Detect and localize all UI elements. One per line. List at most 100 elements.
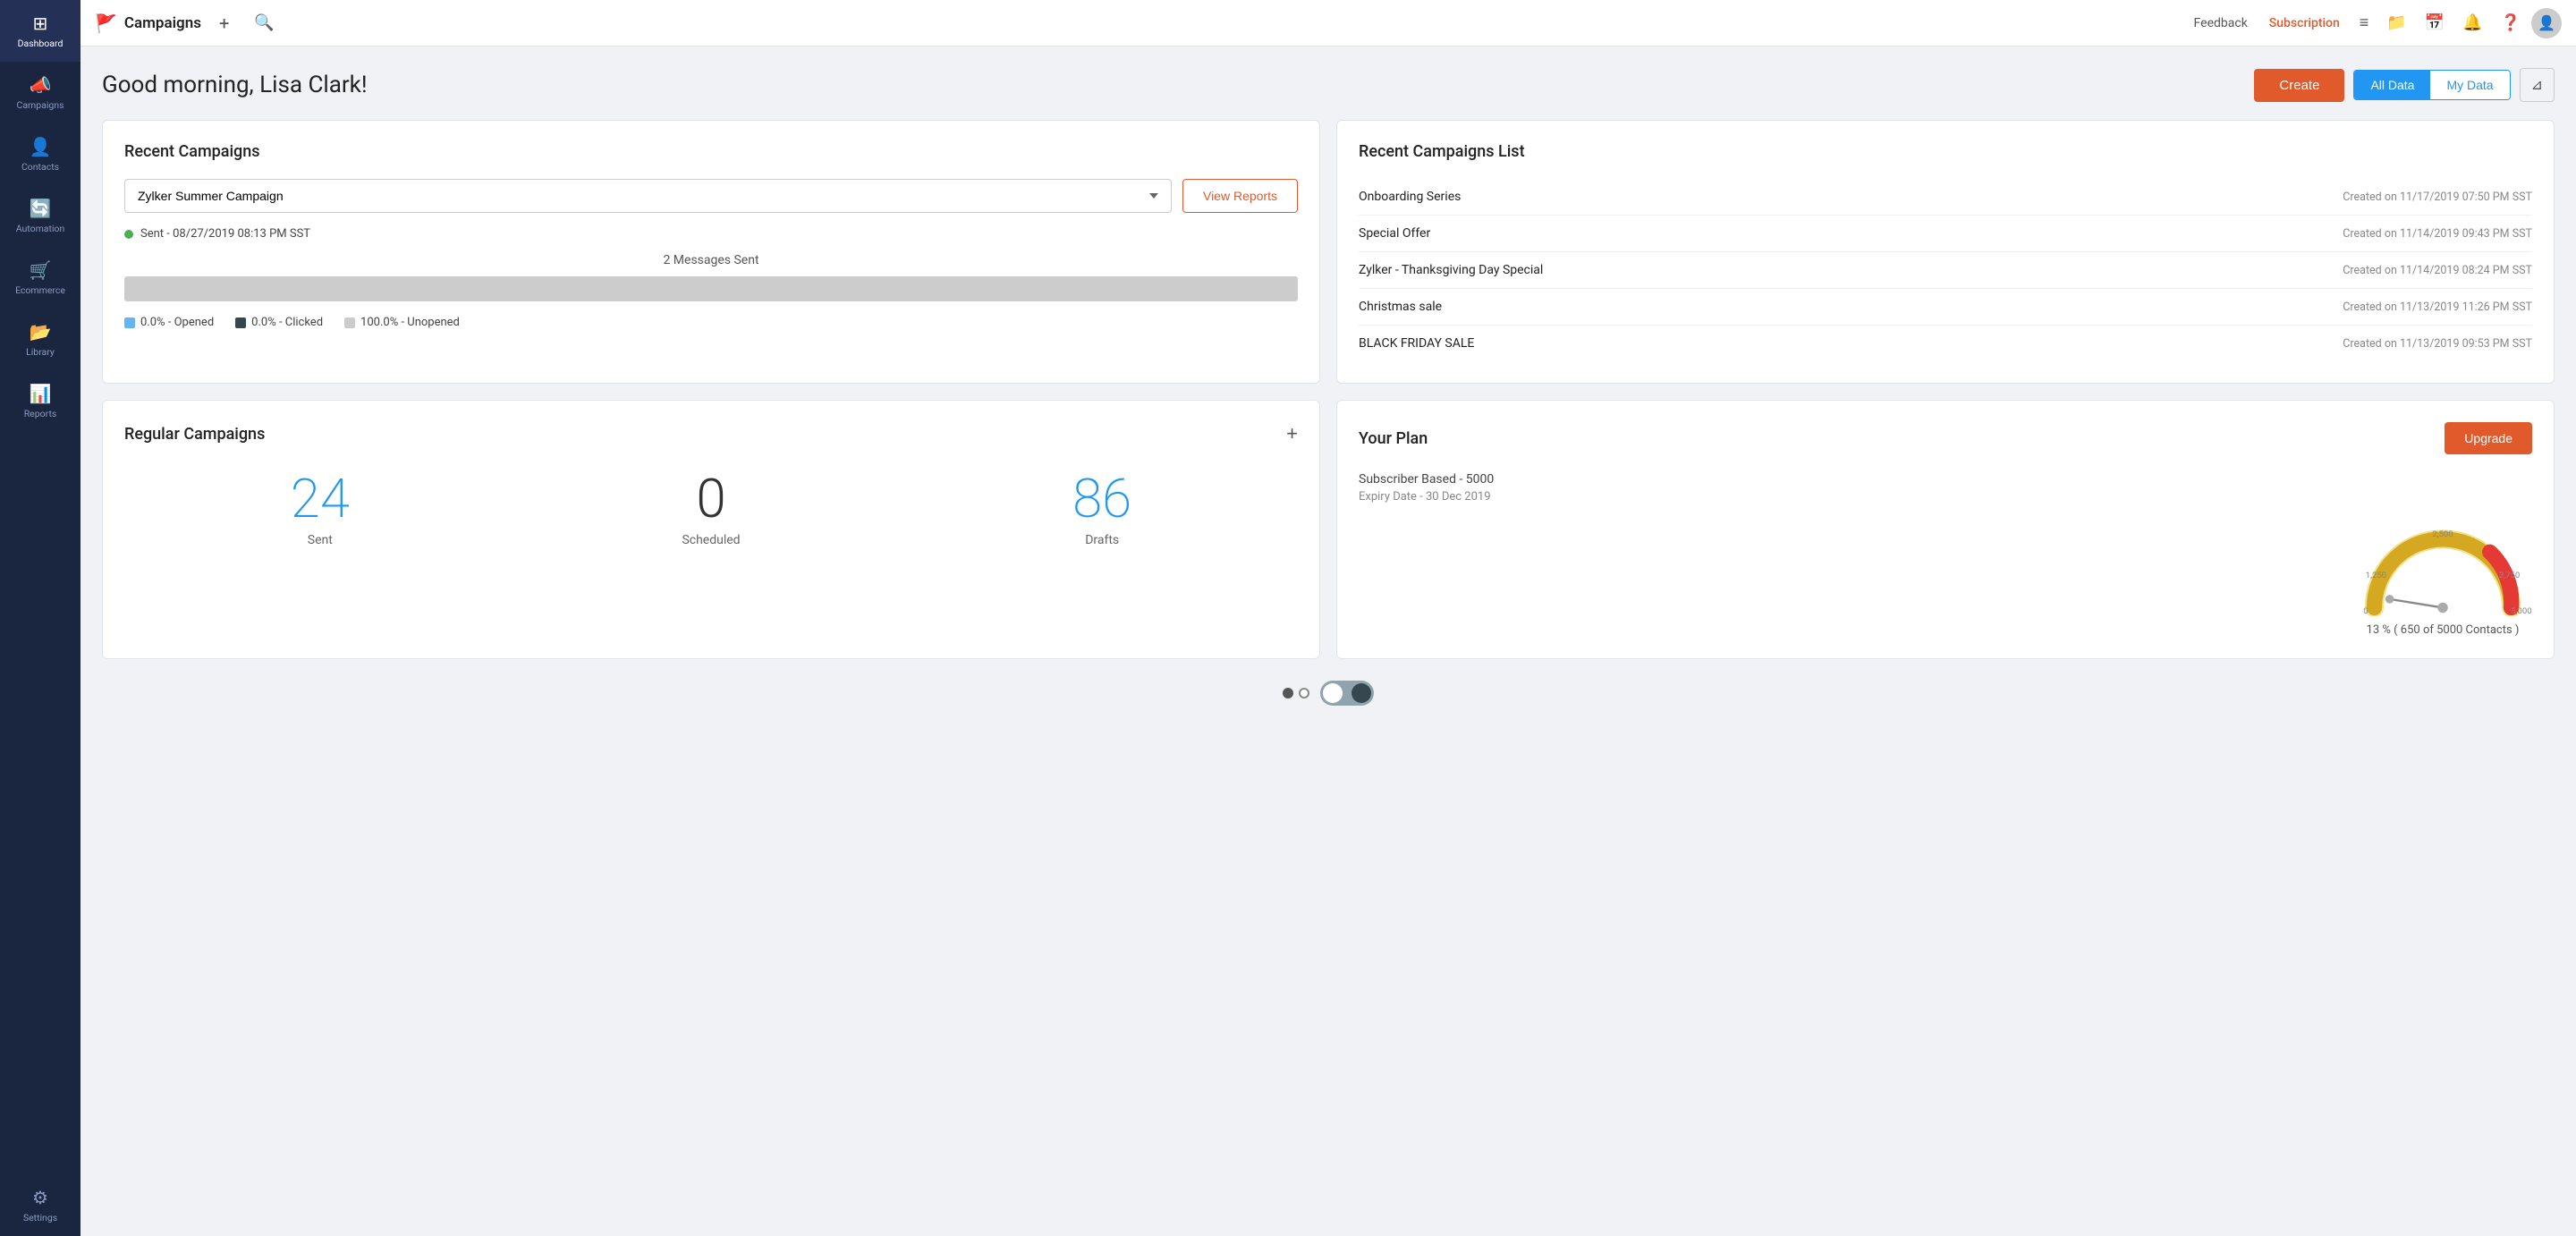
content-area: Good morning, Lisa Clark! Create All Dat…	[80, 47, 2576, 1236]
create-button[interactable]: Create	[2254, 69, 2344, 102]
filter-button[interactable]: ⊿	[2520, 68, 2555, 102]
bottom-toggle-area	[102, 673, 2555, 713]
messages-sent: 2 Messages Sent	[124, 253, 1298, 267]
bar-legend: 0.0% - Opened 0.0% - Clicked 100.0% - Un…	[124, 316, 1298, 329]
dot-1[interactable]	[1283, 688, 1293, 698]
sent-date: Sent - 08/27/2019 08:13 PM SST	[140, 227, 310, 241]
sidebar-item-reports[interactable]: 📊 Reports	[0, 370, 80, 432]
legend-label-clicked: 0.0% - Clicked	[251, 316, 323, 329]
calendar-button[interactable]: 📅	[2418, 8, 2452, 38]
plan-bottom: 0 1,250 2,500 3,750 5,000 13	[1359, 518, 2532, 637]
campaign-list-date: Created on 11/14/2019 08:24 PM SST	[2343, 264, 2532, 277]
settings-icon: ⚙	[32, 1187, 48, 1208]
add-button[interactable]: +	[212, 9, 236, 38]
svg-text:5,000: 5,000	[2511, 606, 2531, 616]
dot-2[interactable]	[1299, 688, 1309, 698]
campaign-list-name: Onboarding Series	[1359, 190, 1461, 204]
header-actions: Create All Data My Data ⊿	[2254, 68, 2555, 102]
topnav-actions: Feedback Subscription ≡ 📁 📅 🔔 ❓ 👤	[2185, 8, 2562, 38]
sidebar-item-label-campaigns: Campaigns	[16, 99, 64, 111]
reports-icon: 📊	[30, 383, 52, 404]
brand: 🚩 Campaigns	[95, 13, 201, 34]
help-button[interactable]: ❓	[2494, 8, 2528, 38]
list-item[interactable]: Onboarding Series Created on 11/17/2019 …	[1359, 179, 2532, 216]
regular-campaigns-card: Regular Campaigns + 24 Sent 0 Scheduled …	[102, 400, 1320, 659]
legend-dot-opened	[124, 317, 135, 328]
campaign-list-name: Christmas sale	[1359, 300, 1442, 314]
all-data-button[interactable]: All Data	[2354, 71, 2430, 99]
legend-dot-unopened	[344, 317, 355, 328]
upgrade-button[interactable]: Upgrade	[2445, 422, 2532, 454]
sidebar-item-label-automation: Automation	[16, 223, 65, 234]
sent-status-dot	[124, 230, 133, 239]
toggle-knob-left	[1323, 683, 1343, 703]
campaign-select[interactable]: Zylker Summer Campaign	[124, 179, 1172, 213]
recent-campaigns-card: Recent Campaigns Zylker Summer Campaign …	[102, 120, 1320, 384]
campaign-list-name: Special Offer	[1359, 226, 1430, 241]
campaign-list-date: Created on 11/13/2019 11:26 PM SST	[2343, 301, 2532, 314]
recent-campaigns-list-card: Recent Campaigns List Onboarding Series …	[1336, 120, 2555, 384]
plan-header: Your Plan Upgrade	[1359, 422, 2532, 454]
list-item[interactable]: Zylker - Thanksgiving Day Special Create…	[1359, 252, 2532, 289]
legend-dot-clicked	[235, 317, 246, 328]
notifications-button[interactable]: 🔔	[2455, 8, 2489, 38]
plan-name: Subscriber Based - 5000	[1359, 472, 2532, 487]
sidebar-item-settings[interactable]: ⚙ Settings	[0, 1174, 80, 1236]
legend-clicked: 0.0% - Clicked	[235, 316, 323, 329]
my-data-button[interactable]: My Data	[2430, 71, 2509, 99]
data-toggle: All Data My Data	[2353, 70, 2510, 100]
svg-text:2,500: 2,500	[2432, 529, 2453, 539]
recent-campaigns-list-title: Recent Campaigns List	[1359, 142, 2532, 161]
reg-campaigns-header: Regular Campaigns +	[124, 422, 1298, 445]
list-view-button[interactable]: ≡	[2352, 8, 2377, 38]
legend-unopened: 100.0% - Unopened	[344, 316, 460, 329]
plan-expiry: Expiry Date - 30 Dec 2019	[1359, 490, 2532, 504]
pagination-dots	[1283, 688, 1309, 698]
bar-unopened	[124, 276, 1298, 301]
feedback-link[interactable]: Feedback	[2185, 11, 2257, 36]
sidebar-item-label-library: Library	[26, 346, 55, 358]
list-item[interactable]: Special Offer Created on 11/14/2019 09:4…	[1359, 216, 2532, 252]
sidebar-item-ecommerce[interactable]: 🛒 Ecommerce	[0, 247, 80, 309]
subscription-link[interactable]: Subscription	[2260, 11, 2349, 36]
campaign-list: Onboarding Series Created on 11/17/2019 …	[1359, 179, 2532, 361]
dashboard-grid: Recent Campaigns Zylker Summer Campaign …	[102, 120, 2555, 659]
campaigns-icon: 📣	[30, 74, 52, 96]
sidebar-item-campaigns[interactable]: 📣 Campaigns	[0, 62, 80, 123]
app-name: Campaigns	[124, 14, 201, 32]
stat-number: 86	[1072, 472, 1131, 526]
automation-icon: 🔄	[30, 198, 52, 219]
stat-label: Drafts	[1072, 533, 1131, 547]
stat-label: Sent	[291, 533, 350, 547]
stat-number: 24	[291, 472, 350, 526]
toggle-knob-right	[1352, 683, 1371, 703]
stat-block: 24 Sent	[291, 472, 350, 547]
view-reports-button[interactable]: View Reports	[1182, 179, 1298, 213]
campaign-list-date: Created on 11/14/2019 09:43 PM SST	[2343, 227, 2532, 241]
list-item[interactable]: Christmas sale Created on 11/13/2019 11:…	[1359, 289, 2532, 326]
list-item[interactable]: BLACK FRIDAY SALE Created on 11/13/2019 …	[1359, 326, 2532, 361]
add-campaign-button[interactable]: +	[1286, 422, 1298, 445]
stat-block: 86 Drafts	[1072, 472, 1131, 547]
campaign-list-date: Created on 11/17/2019 07:50 PM SST	[2343, 190, 2532, 204]
topnav: 🚩 Campaigns + 🔍 Feedback Subscription ≡ …	[80, 0, 2576, 47]
gauge-wrapper: 0 1,250 2,500 3,750 5,000 13	[2353, 518, 2532, 637]
contacts-icon: 👤	[30, 136, 52, 157]
svg-text:0: 0	[2363, 606, 2368, 616]
library-icon: 📂	[30, 321, 52, 343]
toggle-switch[interactable]	[1320, 681, 1374, 706]
sent-info: Sent - 08/27/2019 08:13 PM SST	[124, 227, 1298, 241]
sidebar-item-dashboard[interactable]: ⊞ Dashboard	[0, 0, 80, 62]
user-avatar[interactable]: 👤	[2531, 8, 2562, 38]
search-button[interactable]: 🔍	[247, 10, 281, 36]
sidebar-item-library[interactable]: 📂 Library	[0, 309, 80, 370]
stat-number: 0	[682, 472, 740, 526]
sidebar-item-contacts[interactable]: 👤 Contacts	[0, 123, 80, 185]
stat-label: Scheduled	[682, 533, 740, 547]
your-plan-card: Your Plan Upgrade Subscriber Based - 500…	[1336, 400, 2555, 659]
folder-button[interactable]: 📁	[2379, 8, 2413, 38]
sidebar-item-automation[interactable]: 🔄 Automation	[0, 185, 80, 247]
brand-icon: 🚩	[95, 13, 117, 34]
sidebar-item-label-ecommerce: Ecommerce	[15, 284, 65, 296]
legend-label-opened: 0.0% - Opened	[140, 316, 214, 329]
